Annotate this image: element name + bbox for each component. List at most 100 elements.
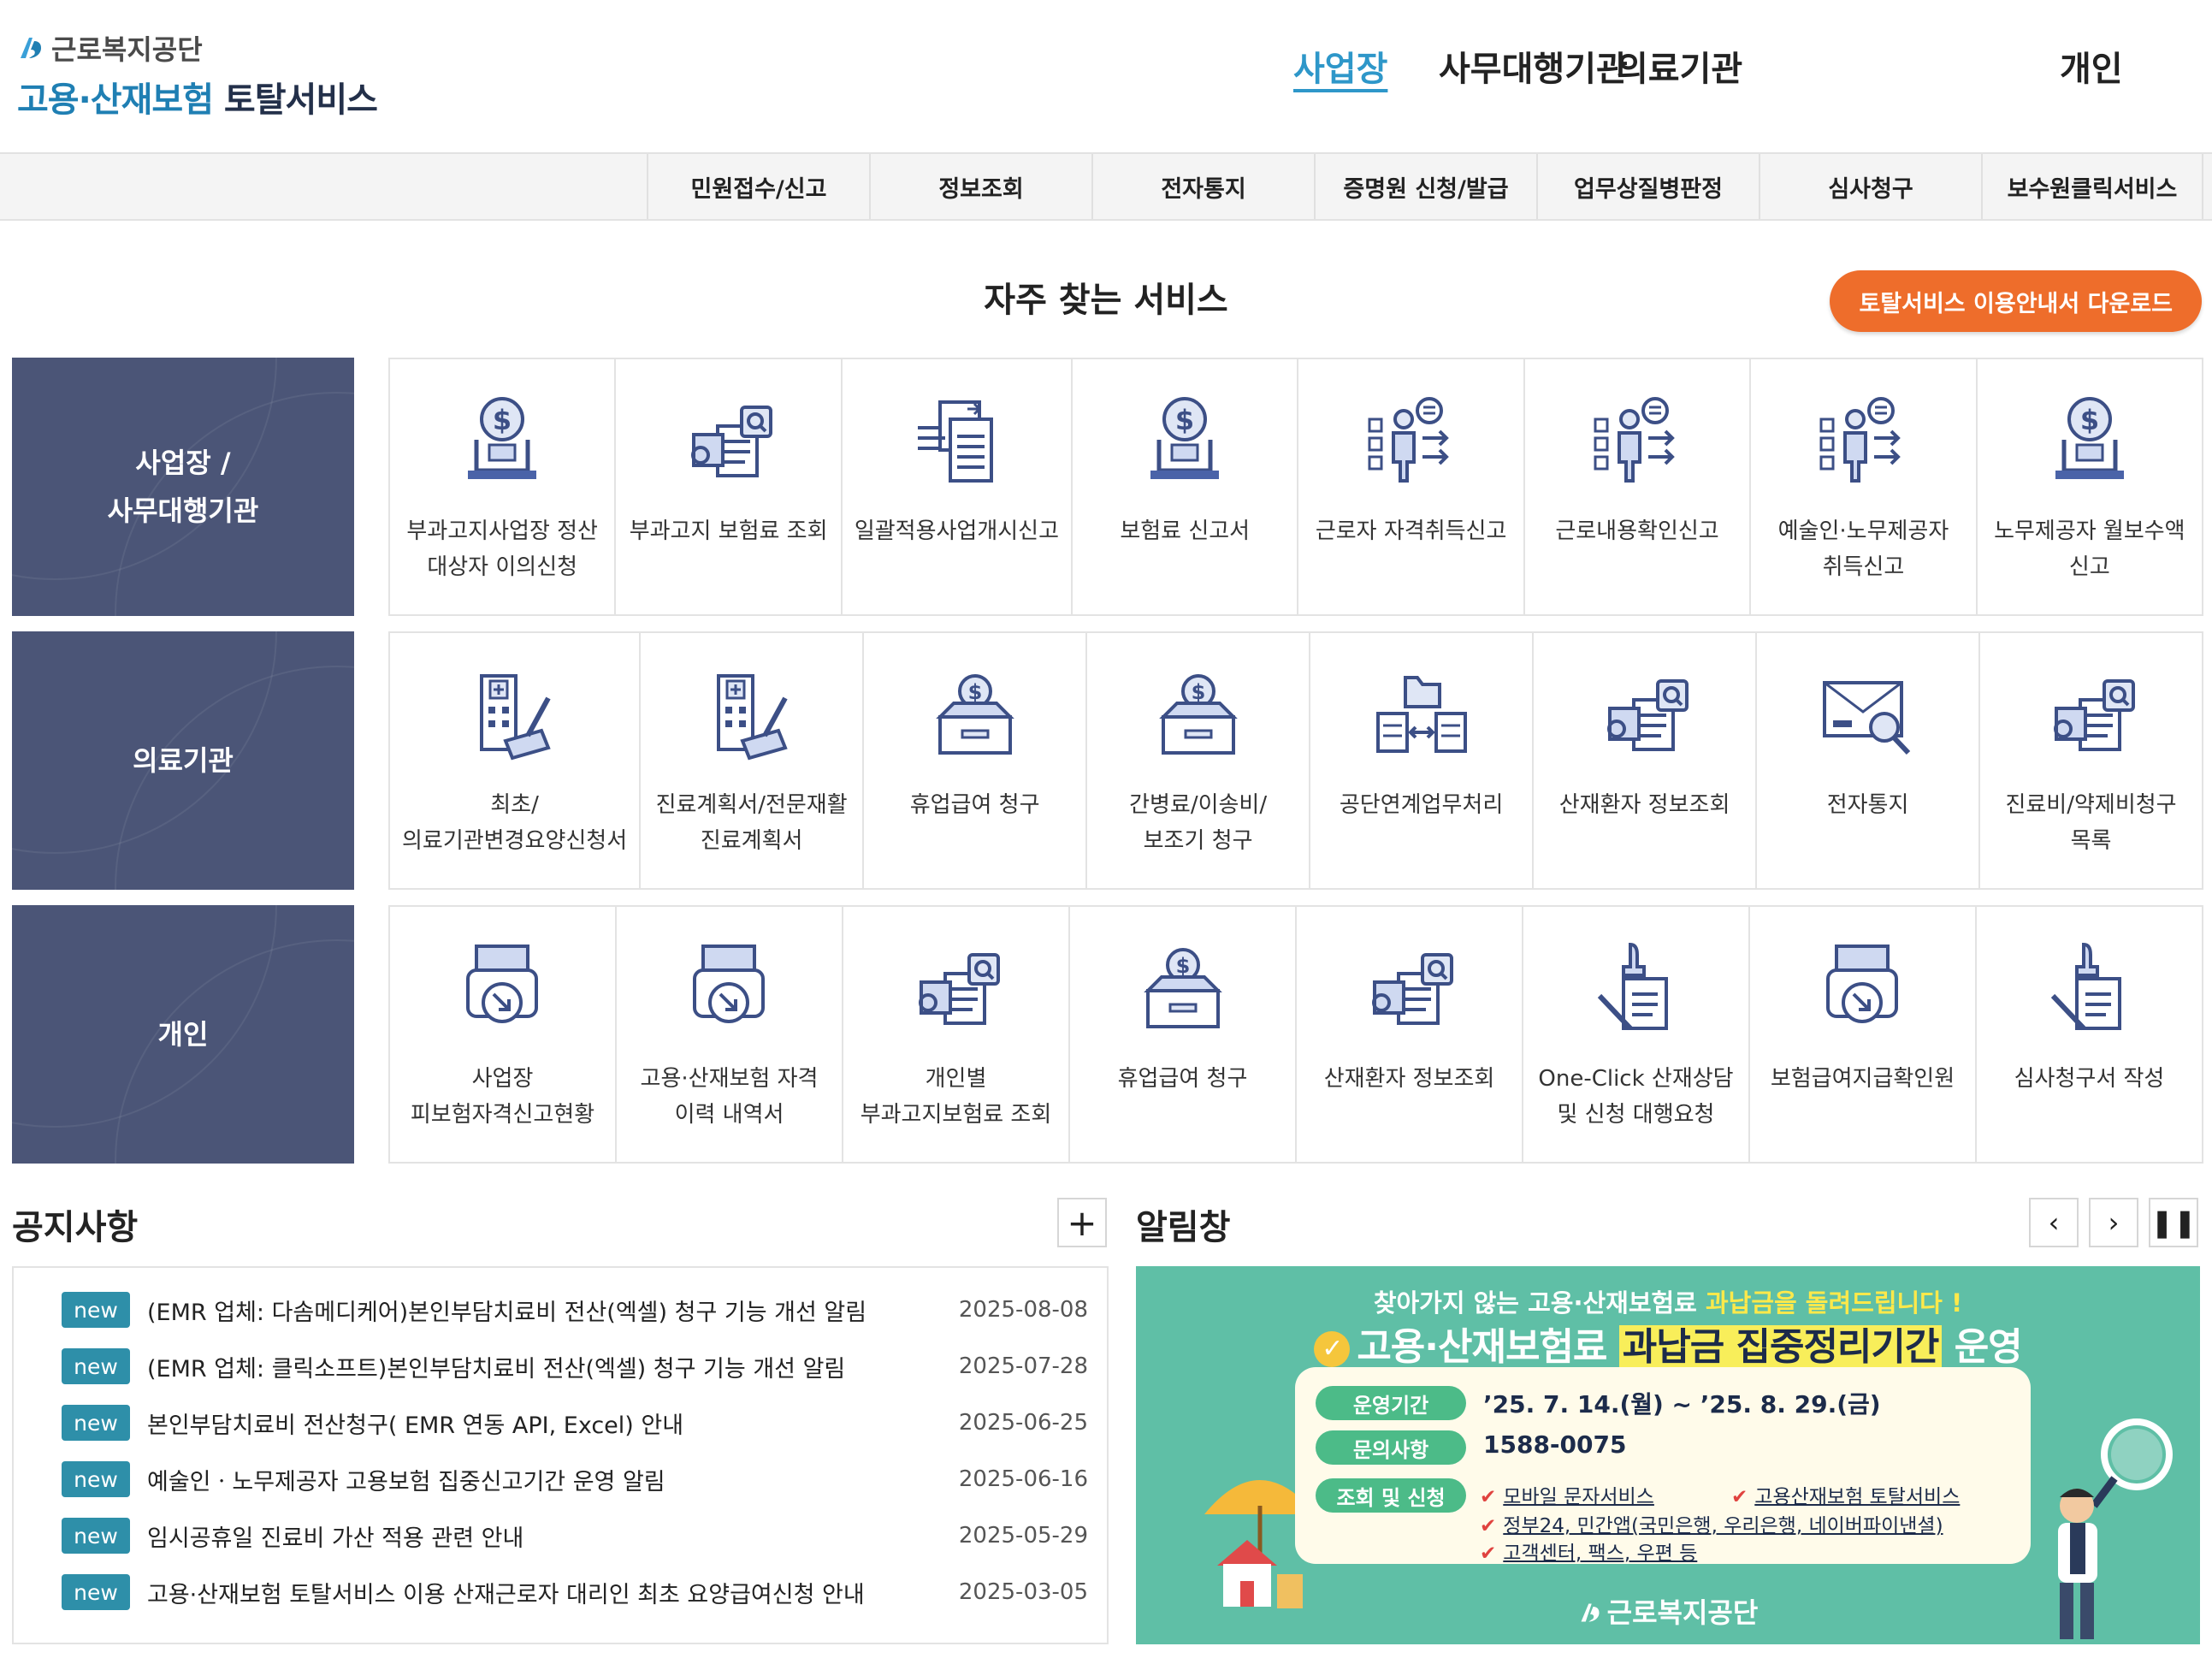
sub-nav-enotice[interactable]: 전자통지 [1091,154,1314,219]
guide-download-button[interactable]: 토탈서비스 이용안내서 다운로드 [1830,270,2202,332]
site-logo[interactable]: 근로복지공단 고용·산재보험 토탈서비스 [17,27,378,121]
site-header: 근로복지공단 고용·산재보험 토탈서비스 사업장 사무대행기관 의료기관 개인 [0,0,2212,152]
alert-next-button[interactable]: › [2089,1198,2138,1247]
notice-item[interactable]: new 본인부담치료비 전산청구( EMR 연동 API, Excel) 안내 … [62,1401,1088,1444]
notice-date: 2025-08-08 [958,1297,1088,1323]
sub-nav-review[interactable]: 심사청구 [1759,154,1981,219]
service-label: One-Click 산재상담 및 신청 대행요청 [1538,1066,1734,1128]
new-badge: new [62,1348,130,1384]
sub-nav-info[interactable]: 정보조회 [869,154,1091,219]
top-nav-workplace[interactable]: 사업장 [1293,41,1387,91]
service-tile[interactable]: 고용·산재보험 자격 이력 내역서 [615,907,842,1162]
service-tile[interactable]: 심사청구서 작성 [1975,907,2202,1162]
alert-prev-button[interactable]: ‹ [2029,1198,2079,1247]
service-label: 사업장 피보험자격신고현황 [410,1066,595,1128]
chevron-left-icon: ‹ [2048,1206,2060,1239]
service-tile[interactable]: 전자통지 [1755,633,1978,888]
alert-banner[interactable]: 찾아가지 않는 고용·산재보험료 과납금을 돌려드립니다 ! ✓ 고용·산재보험료… [1136,1266,2200,1644]
service-tile[interactable]: 일괄적용사업개시신고 [840,359,1071,614]
service-tile[interactable]: 사업장 피보험자격신고현황 [390,907,615,1162]
pause-icon: ❚❚ [2150,1206,2197,1239]
notice-text[interactable]: (EMR 업체: 다솜메디케어)본인부담치료비 전산(엑셀) 청구 기능 개선 … [147,1294,1088,1327]
notice-more-button[interactable]: + [1057,1198,1107,1247]
service-tile[interactable]: 개인별 부과고지보험료 조회 [842,907,1068,1162]
notice-text[interactable]: 예술인ㆍ노무제공자 고용보험 집중신고기간 운영 알림 [147,1463,1088,1496]
service-label: 근로자 자격취득신고 [1315,518,1507,544]
apply-label: 조회 및 신청 [1316,1478,1466,1513]
service-label: 예술인·노무제공자 취득신고 [1777,518,1949,580]
person-arrows-icon [1594,397,1675,483]
contact-value: 1588-0075 [1483,1430,1627,1459]
notice-item[interactable]: new 고용·산재보험 토탈서비스 이용 산재근로자 대리인 최초 요양급여신청… [62,1571,1088,1614]
notice-item[interactable]: new 임시공휴일 진료비 가산 적용 관련 안내 2025-05-29 [62,1514,1088,1557]
period-label: 운영기간 [1316,1386,1466,1420]
service-label: 부과고지 보험료 조회 [629,518,828,544]
banner-main-highlight: 과납금 집중정리기간 [1618,1325,1943,1369]
apply-item-text: 고객센터, 팩스, 우편 등 [1503,1543,1698,1565]
document-search-icon [1606,679,1689,751]
notice-item[interactable]: new 예술인ㆍ노무제공자 고용보험 집중신고기간 운영 알림 2025-06-… [62,1458,1088,1501]
banner-main-suffix: 운영 [1942,1325,2023,1369]
period-value: ’25. 7. 14.(월) ~ ’25. 8. 29.(금) [1483,1390,1881,1418]
service-label: 간병료/이송비/보조기 청구 [1129,792,1268,854]
sub-nav-oneclick[interactable]: 보수원클릭서비스 [1981,154,2203,219]
org-logo-icon [21,38,41,58]
service-tile[interactable]: 보험료 신고서 [1071,359,1297,614]
banner-headline: ✓ 고용·산재보험료 과납금 집중정리기간 운영 [1136,1316,2200,1371]
service-tile[interactable]: 공단연계업무처리 [1309,633,1532,888]
service-tile[interactable]: 부과고지 보험료 조회 [614,359,840,614]
top-nav-individual[interactable]: 개인 [2060,41,2123,91]
alert-pause-button[interactable]: ❚❚ [2149,1198,2198,1247]
money-laptop-icon [2034,385,2145,496]
service-tile[interactable]: 보험급여지급확인원 [1748,907,1975,1162]
service-tile[interactable]: 산재환자 정보조회 [1295,907,1522,1162]
sub-nav-certificate[interactable]: 증명원 신청/발급 [1314,154,1536,219]
service-label: 전자통지 [1826,792,1909,818]
row-label-line1: 사업장 / [135,447,231,479]
row-label-individual: 개인 [12,905,354,1164]
banner-subtitle: 찾아가지 않는 고용·산재보험료 과납금을 돌려드립니다 ! [1136,1283,2200,1319]
service-label: 일괄적용사업개시신고 [854,518,1060,544]
printer-arrow-icon [692,945,765,1023]
hospital-pen-icon [459,659,571,770]
top-nav-medical[interactable]: 의료기관 [1617,41,1742,91]
person-arrows-icon [1367,397,1448,483]
hospital-pen-icon [696,659,807,770]
service-tile[interactable]: 진료비/약제비청구 목록 [1978,633,2202,888]
new-badge: new [62,1574,130,1610]
document-search-icon [2053,679,2135,751]
document-search-icon [1371,953,1453,1025]
row-label-medical: 의료기관 [12,631,354,890]
notice-text[interactable]: 고용·산재보험 토탈서비스 이용 산재근로자 대리인 최초 요양급여신청 안내 [147,1576,1088,1609]
document-stack-icon [916,400,994,483]
service-tile[interactable]: 간병료/이송비/보조기 청구 [1085,633,1309,888]
service-tile[interactable]: 근로내용확인신고 [1523,359,1749,614]
favorites-row-workplace: 사업장 / 사무대행기관 부과고지사업장 정산 대상자 이의신청 부과고지 보험료… [12,358,2203,616]
apply-item: ✔ 고객센터, 팩스, 우편 등 [1480,1537,1697,1566]
notice-list: new (EMR 업체: 다솜메디케어)본인부담치료비 전산(엑셀) 청구 기능… [12,1266,1109,1644]
plus-icon: + [1067,1201,1097,1244]
sub-nav-disease[interactable]: 업무상질병판정 [1536,154,1759,219]
notice-item[interactable]: new (EMR 업체: 다솜메디케어)본인부담치료비 전산(엑셀) 청구 기능… [62,1288,1088,1331]
service-tile[interactable]: 진료계획서/전문재활 진료계획서 [639,633,862,888]
service-tile[interactable]: 산재환자 정보조회 [1532,633,1755,888]
notice-text[interactable]: (EMR 업체: 클릭소프트)본인부담치료비 전산(엑셀) 청구 기능 개선 알… [147,1350,1088,1383]
service-tile[interactable]: 예술인·노무제공자 취득신고 [1749,359,1975,614]
notice-text[interactable]: 임시공휴일 진료비 가산 적용 관련 안내 [147,1519,1088,1553]
service-tile[interactable]: One-Click 산재상담 및 신청 대행요청 [1522,907,1748,1162]
sub-nav-civil[interactable]: 민원접수/신고 [647,154,869,219]
service-tile[interactable]: 근로자 자격취득신고 [1297,359,1523,614]
stamp-document-icon [1581,933,1692,1044]
top-nav-agency[interactable]: 사무대행기관 [1439,41,1628,91]
banner-org-name: 근로복지공단 [1606,1596,1759,1629]
apply-item-text: 모바일 문자서비스 [1503,1486,1654,1508]
banner-org: 근로복지공단 [1136,1591,2200,1631]
service-tile[interactable]: 최초/의료기관변경요양신청서 [390,633,639,888]
service-label: 진료비/약제비청구 목록 [2005,792,2177,854]
service-tile[interactable]: 휴업급여 청구 [1068,907,1295,1162]
service-tile[interactable]: 부과고지사업장 정산 대상자 이의신청 [390,359,614,614]
notice-text[interactable]: 본인부담치료비 전산청구( EMR 연동 API, Excel) 안내 [147,1406,1088,1440]
notice-item[interactable]: new (EMR 업체: 클릭소프트)본인부담치료비 전산(엑셀) 청구 기능 … [62,1345,1088,1388]
service-tile[interactable]: 휴업급여 청구 [862,633,1085,888]
service-tile[interactable]: 노무제공자 월보수액 신고 [1975,359,2202,614]
